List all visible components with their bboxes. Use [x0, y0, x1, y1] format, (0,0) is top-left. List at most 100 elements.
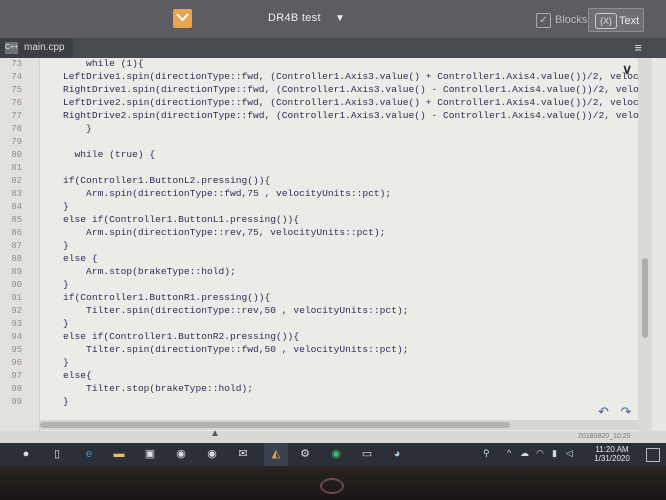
line-number: 78 — [11, 124, 22, 134]
photo-timestamp: 20180820_10:20 — [578, 433, 631, 440]
store-icon[interactable]: ▣ — [142, 446, 158, 462]
mail-icon[interactable]: ✉ — [235, 446, 251, 462]
line-number: 73 — [11, 59, 22, 69]
code-line[interactable]: Tilter.stop(brakeType::hold); — [40, 383, 253, 394]
horizontal-scrollbar-thumb[interactable] — [40, 422, 510, 428]
code-line[interactable]: else { — [40, 253, 98, 264]
media-app-icon[interactable]: ▭ — [359, 446, 375, 462]
line-number: 85 — [11, 215, 22, 225]
battery-icon[interactable]: ▮ — [552, 448, 557, 459]
blocks-button[interactable]: ✓ Blocks — [533, 11, 593, 29]
project-name[interactable]: DR4B test — [268, 12, 321, 24]
code-line[interactable]: while (true) { — [40, 149, 156, 160]
vexcode-app-icon[interactable]: ◭ — [268, 446, 284, 462]
code-line[interactable]: } — [40, 123, 92, 134]
user-icon[interactable]: ● — [18, 446, 34, 462]
collapse-chevron-icon[interactable]: ∨ — [622, 62, 632, 76]
code-line[interactable]: LeftDrive1.spin(directionType::fwd, (Con… — [40, 71, 638, 82]
undo-icon[interactable]: ↶ — [598, 404, 609, 419]
line-number: 76 — [11, 98, 22, 108]
line-number: 77 — [11, 111, 22, 121]
line-number: 88 — [11, 254, 22, 264]
clock-time: 11:20 AM — [595, 445, 629, 454]
line-number: 89 — [11, 267, 22, 277]
code-line[interactable]: if(Controller1.ButtonL2.pressing()){ — [40, 175, 270, 186]
file-explorer-icon[interactable]: ▬ — [111, 446, 127, 462]
line-number: 95 — [11, 345, 22, 355]
spotify-icon[interactable]: ◉ — [328, 446, 344, 462]
redo-icon[interactable]: ↷ — [621, 404, 632, 419]
code-line[interactable]: } — [40, 279, 69, 290]
code-line[interactable]: Arm.spin(directionType::fwd,75 , velocit… — [40, 188, 391, 199]
chrome-profile-icon[interactable]: ◉ — [204, 446, 220, 462]
line-number: 84 — [11, 202, 22, 212]
code-line[interactable]: } — [40, 357, 69, 368]
people-icon[interactable]: ⚲ — [483, 448, 490, 459]
line-number: 98 — [11, 384, 22, 394]
tray-expand-icon[interactable]: ^ — [507, 448, 511, 458]
chrome-icon[interactable]: ◉ — [173, 446, 189, 462]
file-tab-label: main.cpp — [24, 42, 65, 53]
volume-icon[interactable]: ◁ — [566, 448, 573, 459]
line-number: 83 — [11, 189, 22, 199]
code-line[interactable]: RightDrive2.spin(directionType::fwd, (Co… — [40, 110, 638, 121]
screen: DR4B test ▼ ✓ Blocks {X} Text C++ main.c… — [0, 0, 666, 466]
code-line[interactable]: else if(Controller1.ButtonR2.pressing())… — [40, 331, 299, 342]
app-logo-icon[interactable] — [173, 9, 192, 28]
code-line[interactable]: else{ — [40, 370, 92, 381]
line-number: 87 — [11, 241, 22, 251]
settings-gear-icon[interactable]: ⚙ — [297, 446, 313, 462]
chevron-down-icon[interactable]: ▼ — [335, 13, 345, 24]
code-line[interactable]: Tilter.spin(directionType::fwd,50 , velo… — [40, 344, 408, 355]
line-number: 81 — [11, 163, 22, 173]
status-strip: ▲ 20180820_10:20 — [0, 428, 666, 443]
code-line[interactable]: LeftDrive2.spin(directionType::fwd, (Con… — [40, 97, 638, 108]
line-number: 97 — [11, 371, 22, 381]
hamburger-menu-icon[interactable]: ≡ — [634, 41, 642, 55]
blocks-label: Blocks — [555, 14, 588, 26]
line-number: 94 — [11, 332, 22, 342]
code-line[interactable]: if(Controller1.ButtonR1.pressing()){ — [40, 292, 270, 303]
line-number: 80 — [11, 150, 22, 160]
undo-redo-group: ↶ ↷ — [598, 402, 642, 422]
line-number: 75 — [11, 85, 22, 95]
line-number: 91 — [11, 293, 22, 303]
notification-icon[interactable] — [646, 448, 660, 462]
code-braces-icon: {X} — [595, 13, 617, 29]
code-line[interactable]: RightDrive1.spin(directionType::fwd, (Co… — [40, 84, 638, 95]
clock-date: 1/31/2020 — [594, 454, 630, 463]
code-line[interactable]: } — [40, 318, 69, 329]
steam-icon[interactable]: ◕ — [389, 446, 405, 462]
code-line[interactable]: } — [40, 396, 69, 407]
text-mode-button[interactable]: {X} Text — [588, 8, 644, 32]
code-line[interactable]: while (1){ — [40, 58, 144, 69]
line-number: 92 — [11, 306, 22, 316]
line-number: 93 — [11, 319, 22, 329]
top-bar: DR4B test ▼ ✓ Blocks {X} Text — [0, 0, 666, 38]
line-number: 82 — [11, 176, 22, 186]
task-view-icon[interactable]: ▯ — [49, 446, 65, 462]
system-clock[interactable]: 11:20 AM 1/31/2020 — [587, 445, 637, 463]
code-line[interactable]: } — [40, 240, 69, 251]
vertical-scrollbar-thumb[interactable] — [642, 258, 648, 338]
edge-browser-icon[interactable]: e — [81, 446, 97, 462]
vertical-scrollbar-track[interactable] — [638, 58, 652, 431]
taskbar: ● ▯ e ▬ ▣ ◉ ◉ ✉ ◭ ⚙ ◉ ▭ ◕ ⚲ ^ ☁ ◠ ▮ ◁ 11… — [0, 443, 666, 466]
cloud-icon[interactable]: ☁ — [520, 448, 529, 459]
blocks-icon: ✓ — [536, 13, 551, 28]
code-editor[interactable]: while (1){ LeftDrive1.spin(directionType… — [40, 58, 638, 431]
line-number: 79 — [11, 137, 22, 147]
code-line[interactable]: Arm.spin(directionType::rev,75, velocity… — [40, 227, 385, 238]
tab-main-cpp[interactable]: C++ main.cpp — [0, 38, 73, 58]
code-line[interactable]: Tilter.spin(directionType::rev,50 , velo… — [40, 305, 408, 316]
code-line[interactable]: else if(Controller1.ButtonL1.pressing())… — [40, 214, 299, 225]
code-line[interactable]: } — [40, 201, 69, 212]
line-number: 86 — [11, 228, 22, 238]
wifi-icon[interactable]: ◠ — [536, 448, 544, 459]
cpp-file-icon: C++ — [5, 42, 18, 54]
line-number-gutter: 73 74 75 76 77 78 79 80 81 82 83 84 85 86 87 88 89 90 91 92… — [0, 58, 40, 431]
chevron-up-icon[interactable]: ▲ — [210, 428, 220, 439]
code-line[interactable]: Arm.stop(brakeType::hold); — [40, 266, 236, 277]
line-number: 99 — [11, 397, 22, 407]
text-mode-label: Text — [619, 15, 640, 27]
